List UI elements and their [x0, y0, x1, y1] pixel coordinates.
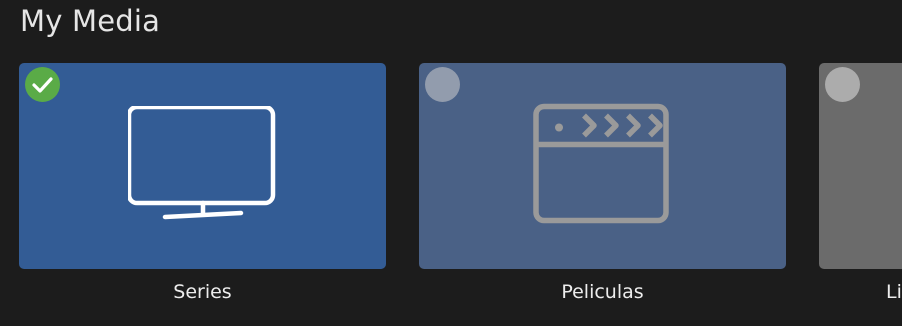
library-card-series[interactable] — [19, 63, 386, 269]
checkmark-icon — [32, 77, 53, 93]
media-library-row: Series Peliculas Li — [0, 0, 902, 326]
library-card-peliculas[interactable] — [419, 63, 786, 269]
clapperboard-icon — [532, 103, 669, 224]
library-label-partial: Li — [886, 281, 902, 303]
library-label-peliculas: Peliculas — [561, 281, 644, 303]
library-label-series: Series — [173, 281, 232, 303]
selection-check[interactable] — [25, 67, 60, 102]
selection-check[interactable] — [425, 67, 460, 102]
tv-icon — [127, 106, 275, 220]
selection-check[interactable] — [825, 67, 860, 102]
library-card-partial[interactable] — [819, 63, 902, 269]
